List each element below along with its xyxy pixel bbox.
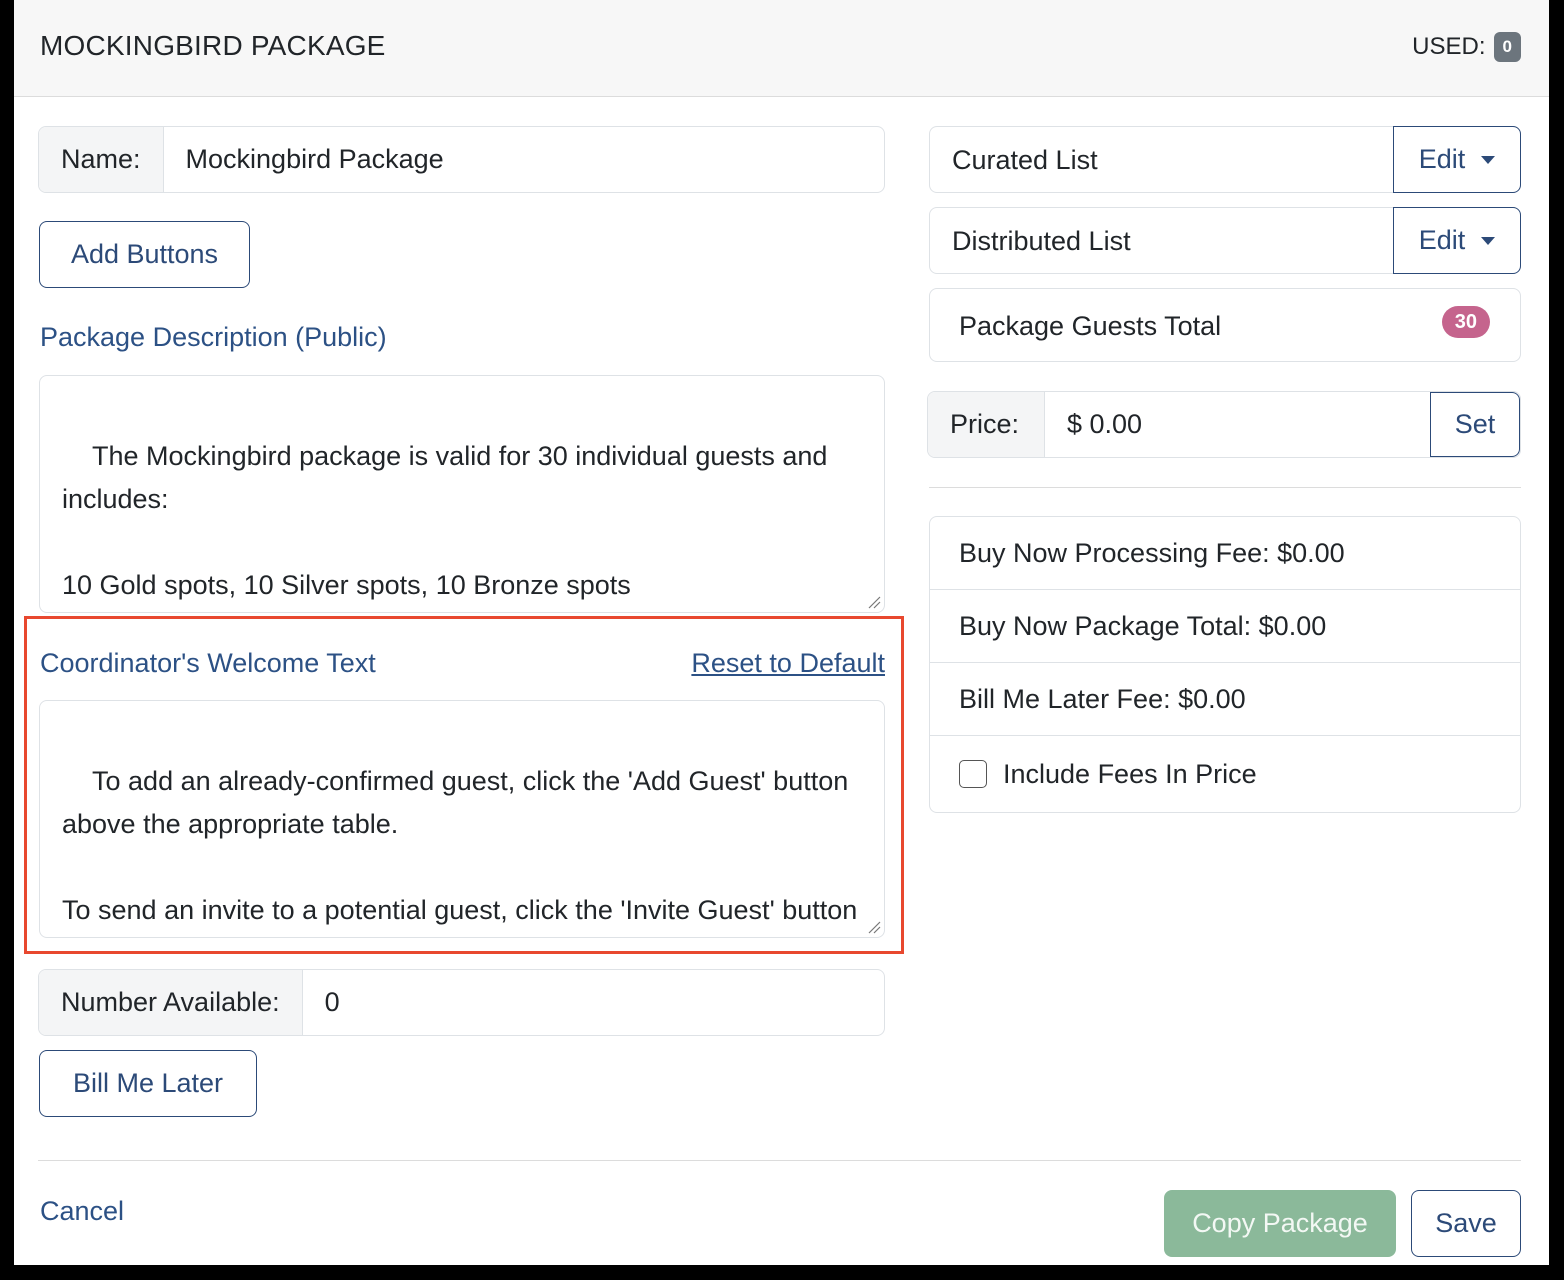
curated-list-label: Curated List [952, 145, 1098, 175]
price-label: Price: [928, 392, 1045, 457]
used-label: USED: [1412, 33, 1486, 60]
bill-me-later-button[interactable]: Bill Me Later [39, 1050, 257, 1117]
curated-list-edit-dropdown[interactable]: Edit [1393, 126, 1521, 193]
welcome-text-label: Coordinator's Welcome Text [40, 648, 376, 678]
used-indicator: USED: 0 [1412, 32, 1521, 62]
divider [929, 487, 1521, 488]
processing-fee-row: Buy Now Processing Fee: $0.00 [930, 517, 1520, 590]
caret-down-icon [1481, 236, 1496, 245]
used-count-badge: 0 [1493, 32, 1521, 62]
include-fees-checkbox[interactable] [959, 760, 987, 788]
set-price-button[interactable]: Set [1430, 392, 1520, 457]
name-input-group: Name: Mockingbird Package [38, 126, 885, 193]
number-available-input[interactable]: 0 [303, 970, 884, 1035]
include-fees-row: Include Fees In Price [930, 736, 1520, 812]
card-header: MOCKINGBIRD PACKAGE USED: 0 [14, 0, 1549, 97]
distributed-list-label: Distributed List [952, 226, 1131, 256]
distributed-list-edit-label: Edit [1418, 225, 1466, 255]
package-description-text: The Mockingbird package is valid for 30 … [62, 441, 828, 600]
bill-later-fee-row: Bill Me Later Fee: $0.00 [930, 663, 1520, 736]
welcome-text-textarea[interactable]: To add an already-confirmed guest, click… [39, 700, 885, 938]
number-available-input-group: Number Available: 0 [38, 969, 885, 1036]
number-available-label: Number Available: [39, 970, 303, 1035]
price-input-group: Price: $ 0.00 Set [927, 391, 1521, 458]
copy-package-button[interactable]: Copy Package [1164, 1190, 1396, 1257]
price-input[interactable]: $ 0.00 [1045, 392, 1430, 457]
package-description-textarea[interactable]: The Mockingbird package is valid for 30 … [39, 375, 885, 613]
caret-down-icon [1481, 155, 1496, 164]
package-guests-total-label: Package Guests Total [959, 311, 1222, 341]
resize-grip-icon[interactable] [867, 920, 881, 934]
package-guests-total-row: Package Guests Total 30 [929, 288, 1521, 362]
guests-total-badge: 30 [1441, 306, 1490, 338]
package-editor-card: MOCKINGBIRD PACKAGE USED: 0 Name: Mockin… [14, 0, 1549, 1265]
distributed-list-edit-dropdown[interactable]: Edit [1393, 207, 1521, 274]
package-total-row: Buy Now Package Total: $0.00 [930, 590, 1520, 663]
include-fees-label: Include Fees In Price [1003, 758, 1257, 789]
cancel-link[interactable]: Cancel [40, 1196, 124, 1227]
name-input[interactable]: Mockingbird Package [164, 127, 884, 192]
page-title: MOCKINGBIRD PACKAGE [40, 30, 386, 61]
reset-to-default-link[interactable]: Reset to Default [691, 648, 885, 679]
save-button[interactable]: Save [1411, 1190, 1521, 1257]
welcome-text-content: To add an already-confirmed guest, click… [62, 766, 858, 925]
fees-list: Buy Now Processing Fee: $0.00 Buy Now Pa… [929, 516, 1521, 813]
resize-grip-icon[interactable] [867, 595, 881, 609]
name-label: Name: [39, 127, 164, 192]
package-description-label: Package Description (Public) [40, 322, 387, 352]
curated-list-edit-label: Edit [1418, 144, 1466, 174]
add-buttons-button[interactable]: Add Buttons [39, 221, 250, 288]
footer-divider [38, 1160, 1521, 1161]
